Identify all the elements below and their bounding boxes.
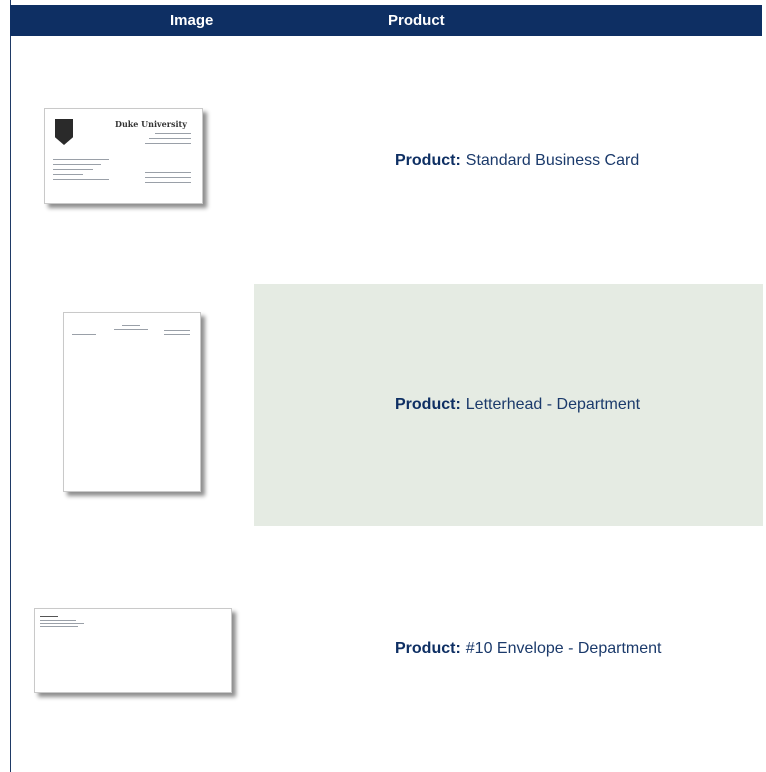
image-cell: Duke University bbox=[11, 40, 254, 282]
product-prefix: Product: bbox=[395, 640, 461, 657]
column-header-image: Image bbox=[170, 12, 214, 29]
product-name: Standard Business Card bbox=[465, 152, 640, 169]
envelope-thumbnail[interactable] bbox=[34, 608, 232, 693]
image-cell bbox=[11, 284, 254, 526]
product-name: #10 Envelope - Department bbox=[465, 640, 662, 657]
business-card-thumbnail[interactable]: Duke University bbox=[44, 108, 203, 204]
table-header: Image Product bbox=[10, 5, 762, 36]
card-logo-text: Duke University bbox=[115, 119, 187, 129]
university-shield-icon bbox=[55, 119, 73, 145]
table-row: Duke University Product: Standard Busine… bbox=[11, 40, 763, 282]
table-row: Product: #10 Envelope - Department bbox=[11, 528, 763, 770]
product-cell: Product: Letterhead - Department bbox=[395, 284, 640, 526]
product-cell: Product: Standard Business Card bbox=[395, 40, 639, 282]
letterhead-thumbnail[interactable] bbox=[63, 312, 201, 492]
product-prefix: Product: bbox=[395, 152, 461, 169]
product-cell: Product: #10 Envelope - Department bbox=[395, 528, 661, 770]
product-name: Letterhead - Department bbox=[465, 396, 641, 413]
image-cell bbox=[11, 528, 254, 770]
column-header-product: Product bbox=[388, 12, 445, 29]
product-prefix: Product: bbox=[395, 396, 461, 413]
table-row: Product: Letterhead - Department bbox=[11, 284, 763, 526]
